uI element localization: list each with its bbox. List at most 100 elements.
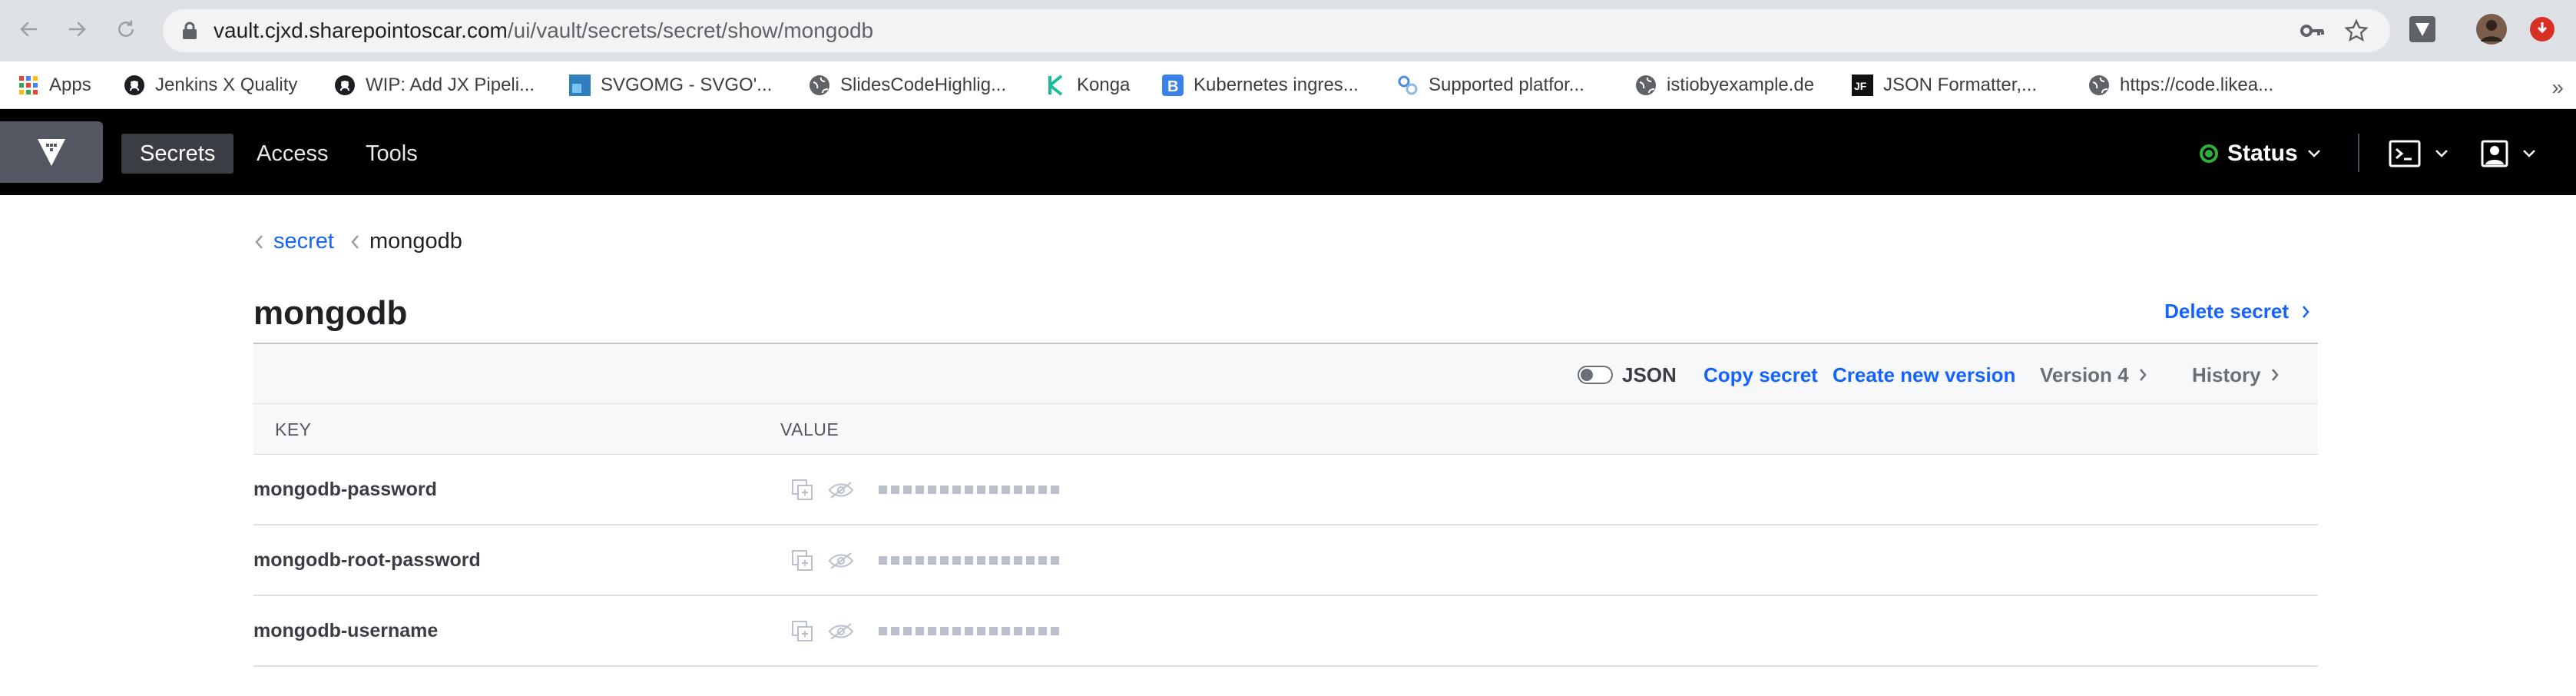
bookmark-label: SlidesCodeHighlig... <box>840 75 1007 95</box>
table-row: mongodb-password <box>253 455 2318 525</box>
toggle-switch[interactable] <box>1578 366 1613 384</box>
masked-value[interactable] <box>879 627 1059 635</box>
page-title: mongodb <box>253 294 408 332</box>
bookmark-svgomg[interactable]: SVGOMG - SVGO'... <box>568 71 772 100</box>
bookmark-apps[interactable]: Apps <box>17 71 91 100</box>
user-icon <box>2481 140 2508 167</box>
chevron-right-icon <box>2271 369 2279 381</box>
bookmark-code-likea[interactable]: https://code.likea... <box>2088 71 2273 100</box>
create-new-version-button[interactable]: Create new version <box>1833 344 2015 406</box>
version-menu[interactable]: Version 4 <box>2040 344 2147 406</box>
bookmark-label: Jenkins X Quality <box>155 75 298 95</box>
vault-extension-icon[interactable] <box>2407 14 2438 45</box>
svg-text:JF: JF <box>1854 80 1867 92</box>
user-menu[interactable] <box>2481 137 2536 171</box>
profile-avatar[interactable] <box>2476 14 2507 45</box>
chevron-left-icon <box>255 234 263 249</box>
reload-button[interactable] <box>112 15 140 43</box>
apps-grid-icon <box>17 74 40 97</box>
bookmark-label: JSON Formatter,... <box>1883 75 2038 95</box>
status-menu[interactable]: Status <box>2200 137 2321 171</box>
header-divider <box>2358 134 2359 172</box>
json-toggle[interactable]: JSON <box>1578 344 1677 406</box>
status-ok-icon <box>2200 144 2218 163</box>
breadcrumb-current: mongodb <box>369 229 462 254</box>
bookmark-b-icon: B <box>1161 74 1184 97</box>
jf-icon: JF <box>1851 74 1874 97</box>
bookmark-wip-jx-pipeline[interactable]: WIP: Add JX Pipeli... <box>333 71 535 100</box>
history-menu[interactable]: History <box>2192 344 2280 406</box>
reload-icon <box>118 20 134 37</box>
konga-icon <box>1045 74 1068 97</box>
bookmark-istiobyexample[interactable]: istiobyexample.de <box>1634 71 1814 100</box>
status-label: Status <box>2227 141 2298 166</box>
json-toggle-label: JSON <box>1622 363 1677 386</box>
forward-button[interactable] <box>63 15 91 43</box>
link-icon <box>1396 74 1419 97</box>
svg-text:B: B <box>1167 78 1178 95</box>
bookmark-star-icon[interactable] <box>2344 18 2369 43</box>
bookmark-label: istiobyexample.de <box>1667 75 1815 95</box>
back-arrow-icon <box>20 22 37 37</box>
table-row: mongodb-username <box>253 596 2318 667</box>
eye-hidden-icon[interactable] <box>828 618 854 645</box>
bookmark-label: Supported platfor... <box>1429 75 1584 95</box>
copy-secret-button[interactable]: Copy secret <box>1704 344 1818 406</box>
globe-icon <box>1634 74 1657 97</box>
table-row: mongodb-root-password <box>253 525 2318 596</box>
bookmark-json-formatter[interactable]: JF JSON Formatter,... <box>1851 71 2037 100</box>
eye-hidden-icon[interactable] <box>828 477 854 503</box>
version-label: Version 4 <box>2040 363 2129 386</box>
github-icon <box>333 74 356 97</box>
forward-arrow-icon <box>69 22 86 37</box>
bookmark-konga[interactable]: Konga <box>1045 71 1130 100</box>
bookmarks-overflow-button[interactable]: » <box>2551 75 2564 100</box>
back-button[interactable] <box>15 15 43 43</box>
chevron-down-icon <box>2435 150 2448 157</box>
secret-key: mongodb-password <box>253 479 437 500</box>
bookmark-supported-platforms[interactable]: Supported platfor... <box>1396 71 1584 100</box>
copy-icon[interactable] <box>790 618 816 645</box>
url-text: vault.cjxd.sharepointoscar.com/ui/vault/… <box>214 18 873 43</box>
key-column-header: KEY <box>275 419 312 439</box>
masked-value[interactable] <box>879 486 1059 494</box>
masked-value[interactable] <box>879 556 1059 565</box>
notification-extension-icon[interactable] <box>2527 14 2558 45</box>
url-path: /ui/vault/secrets/secret/show/mongodb <box>507 18 874 42</box>
bookmark-slidescodehighlight[interactable]: SlidesCodeHighlig... <box>808 71 1006 100</box>
vault-logo[interactable] <box>0 121 103 183</box>
nav-secrets[interactable]: Secrets <box>121 134 234 174</box>
secret-table-header: KEY VALUE <box>253 404 2318 455</box>
svgomg-icon <box>568 74 591 97</box>
copy-icon[interactable] <box>790 548 816 574</box>
key-icon[interactable] <box>2300 20 2326 41</box>
chevron-left-icon <box>351 234 359 249</box>
console-menu[interactable] <box>2389 137 2449 171</box>
bookmark-kubernetes-ingress[interactable]: B Kubernetes ingres... <box>1161 71 1359 100</box>
history-label: History <box>2192 363 2261 386</box>
github-icon <box>123 74 146 97</box>
bookmark-label: Apps <box>49 75 91 95</box>
terminal-icon <box>2389 140 2421 167</box>
breadcrumb-secret-link[interactable]: secret <box>273 229 334 254</box>
secret-toolbar: JSON Copy secret Create new version Vers… <box>253 343 2318 404</box>
secret-key: mongodb-root-password <box>253 549 481 571</box>
bookmark-jenkins-x-quality[interactable]: Jenkins X Quality <box>123 71 297 100</box>
breadcrumb: secret mongodb <box>253 229 462 254</box>
secret-key: mongodb-username <box>253 620 439 641</box>
bookmark-label: WIP: Add JX Pipeli... <box>366 75 535 95</box>
eye-hidden-icon[interactable] <box>828 548 854 574</box>
chevron-right-icon <box>2303 305 2309 318</box>
nav-access[interactable]: Access <box>238 134 346 174</box>
copy-icon[interactable] <box>790 477 816 503</box>
chevron-right-icon <box>2139 369 2147 381</box>
address-bar[interactable]: vault.cjxd.sharepointoscar.com/ui/vault/… <box>163 9 2390 52</box>
chevron-down-icon <box>2307 150 2320 157</box>
bookmarks-bar: Apps Jenkins X Quality WIP: Add JX Pipel… <box>0 61 2576 109</box>
bookmark-label: Konga <box>1077 75 1131 95</box>
nav-tools[interactable]: Tools <box>347 134 436 174</box>
bookmark-label: https://code.likea... <box>2120 75 2274 95</box>
vault-header: Secrets Access Tools Status <box>0 109 2576 195</box>
url-host: vault.cjxd.sharepointoscar.com <box>214 18 508 42</box>
delete-secret-button[interactable]: Delete secret <box>2164 300 2310 323</box>
